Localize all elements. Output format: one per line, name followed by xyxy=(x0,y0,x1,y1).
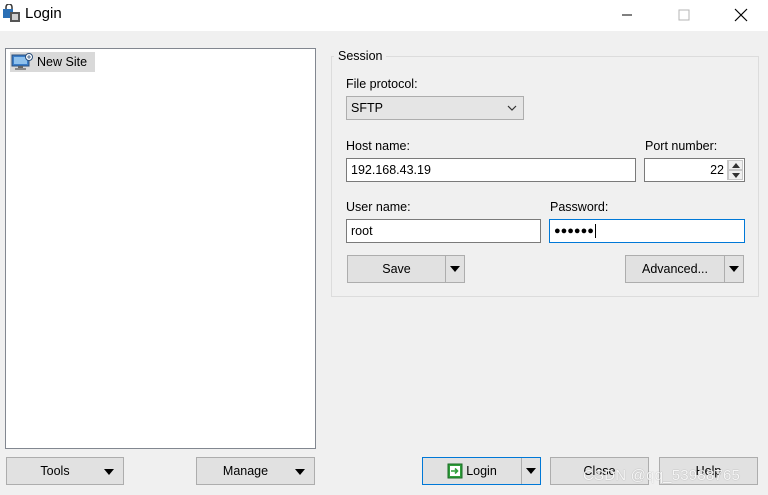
manage-button[interactable]: Manage xyxy=(196,457,315,485)
file-protocol-label: File protocol: xyxy=(346,77,418,91)
minimize-icon xyxy=(622,14,632,16)
advanced-dropdown-toggle[interactable] xyxy=(724,256,743,282)
spin-up-button[interactable] xyxy=(728,160,743,170)
dropdown-arrow-icon xyxy=(295,469,305,475)
close-window-button[interactable] xyxy=(718,0,764,30)
login-button-content: Login xyxy=(423,463,521,479)
save-button-label: Save xyxy=(382,262,411,276)
user-name-value: root xyxy=(351,224,373,238)
session-legend: Session xyxy=(334,49,387,63)
login-dropdown-toggle[interactable] xyxy=(521,458,540,484)
chevron-down-icon xyxy=(507,105,517,111)
site-tree[interactable]: New Site xyxy=(5,48,316,449)
text-caret xyxy=(594,224,596,238)
tools-button[interactable]: Tools xyxy=(6,457,124,485)
host-name-label: Host name: xyxy=(346,139,410,153)
window-title: Login xyxy=(25,5,62,22)
login-button[interactable]: Login xyxy=(422,457,541,485)
winscp-app-icon xyxy=(3,4,20,22)
file-protocol-value: SFTP xyxy=(351,101,383,115)
maximize-icon xyxy=(678,9,690,21)
port-number-value: 22 xyxy=(710,163,724,177)
user-name-label: User name: xyxy=(346,200,411,214)
spin-down-icon xyxy=(731,172,740,178)
host-name-input[interactable]: 192.168.43.19 xyxy=(346,158,636,182)
port-number-label: Port number: xyxy=(645,139,718,153)
csdn-watermark: CSDN @qq_53988765 xyxy=(583,467,741,484)
save-dropdown-toggle[interactable] xyxy=(445,256,464,282)
advanced-button-label: Advanced... xyxy=(641,262,708,276)
port-spinner[interactable] xyxy=(727,160,743,180)
login-arrow-icon xyxy=(447,463,463,479)
spin-down-button[interactable] xyxy=(728,170,743,180)
dropdown-arrow-icon xyxy=(104,469,114,475)
file-protocol-select[interactable]: SFTP xyxy=(346,96,524,120)
monitor-globe-icon xyxy=(11,53,33,70)
password-masked-value: ●●●●●● xyxy=(554,225,594,237)
dropdown-arrow-icon xyxy=(729,266,739,272)
close-icon xyxy=(734,8,748,22)
login-button-label: Login xyxy=(466,464,497,478)
port-number-input[interactable]: 22 xyxy=(644,158,745,182)
spin-up-icon xyxy=(731,162,740,168)
save-button[interactable]: Save xyxy=(347,255,465,283)
host-name-value: 192.168.43.19 xyxy=(351,163,431,177)
password-label: Password: xyxy=(550,200,609,214)
user-name-input[interactable]: root xyxy=(346,219,541,243)
password-input[interactable]: ●●●●●● xyxy=(549,219,745,243)
tree-item-label: New Site xyxy=(37,55,88,69)
tree-item-new-site[interactable]: New Site xyxy=(10,52,95,72)
advanced-button[interactable]: Advanced... xyxy=(625,255,744,283)
minimize-button[interactable] xyxy=(604,0,650,30)
dropdown-arrow-icon xyxy=(450,266,460,272)
dropdown-arrow-icon xyxy=(526,468,536,474)
title-bar: Login xyxy=(0,0,768,31)
maximize-button[interactable] xyxy=(661,0,707,30)
